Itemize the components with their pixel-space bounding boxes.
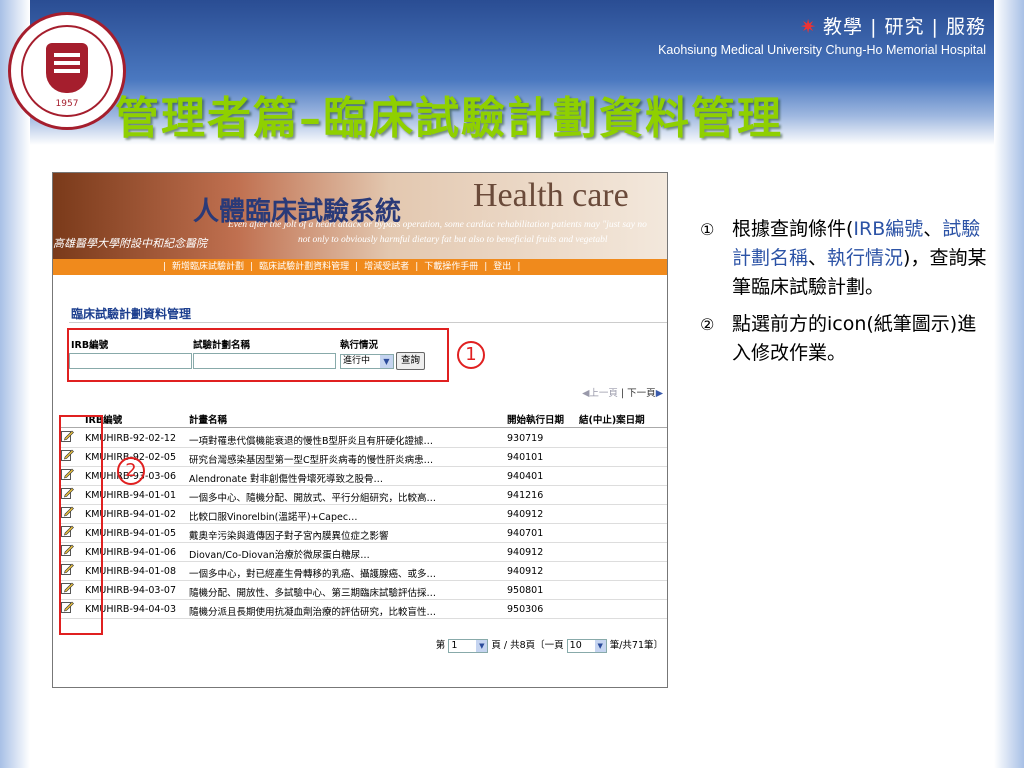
cell-start-date: 940101 xyxy=(507,452,544,463)
note-text: 點選前方的icon(紙筆圖示)進入修改作業。 xyxy=(732,313,977,364)
banner-university: 高雄醫學大學附設中和紀念醫院 xyxy=(53,237,207,250)
next-arrow-icon: ▶ xyxy=(655,388,663,399)
header-hospital-name: Kaohsiung Medical University Chung-Ho Me… xyxy=(658,43,986,57)
section-title: 臨床試驗計劃資料管理 xyxy=(71,307,192,321)
system-banner: Health care Even after the jolt of a hea… xyxy=(53,173,667,259)
table-row: KMUHIRB-92-02-12 一項對罹患代償機能衰退的慢性B型肝炎且有肝硬化證… xyxy=(61,429,667,448)
nav-download-manual[interactable]: 下載操作手冊 xyxy=(424,262,478,272)
note-item: ① 根據查詢條件(IRB編號、試驗計劃名稱、執行情況)，查詢某筆臨床試驗計劃。 xyxy=(700,215,990,302)
cell-plan-name[interactable]: 隨機分配、開放性、多試驗中心、第三期臨床試驗評估採… xyxy=(189,585,436,599)
table-row: KMUHIRB-94-03-07 隨機分配、開放性、多試驗中心、第三期臨床試驗評估… xyxy=(61,581,667,600)
table-row: KMUHIRB-94-01-08 一個多中心，對已經產生骨轉移的乳癌、攝護腺癌、或… xyxy=(61,562,667,581)
instruction-notes: ① 根據查詢條件(IRB編號、試驗計劃名稱、執行情況)，查詢某筆臨床試驗計劃。 ② 點… xyxy=(700,215,990,376)
system-navbar: | 新增臨床試驗計劃 | 臨床試驗計劃資料管理 | 增減受試者 | 下載操作手冊 | 登出 | xyxy=(53,259,667,275)
cell-plan-name[interactable]: 一項對罹患代償機能衰退的慢性B型肝炎且有肝硬化證據… xyxy=(189,433,433,447)
note-text: 、 xyxy=(808,247,828,269)
col-plan-name: 計畫名稱 xyxy=(189,415,228,426)
cell-start-date: 950306 xyxy=(507,604,544,615)
prev-page-link[interactable]: 上一頁 xyxy=(589,388,618,399)
section-divider xyxy=(69,322,667,323)
chevron-down-icon: ▼ xyxy=(594,639,606,652)
system-screenshot: Health care Even after the jolt of a hea… xyxy=(52,172,668,688)
cell-start-date: 940912 xyxy=(507,509,544,520)
table-header: IRB編號 計畫名稱 開始執行日期 結(中止)案日期 xyxy=(61,410,667,428)
pager-bottom: 第 1 ▼ 頁 / 共8頁〔一頁 10 ▼ 筆/共71筆〕 xyxy=(436,637,663,653)
table-row: KMUHIRB-94-01-06 Diovan/Co-Diovan治療於微尿蛋白糖… xyxy=(61,543,667,562)
nav-logout[interactable]: 登出 xyxy=(493,262,511,272)
col-start-date: 開始執行日期 xyxy=(507,415,565,426)
note-item: ② 點選前方的icon(紙筆圖示)進入修改作業。 xyxy=(700,310,990,368)
banner-health-care: Health care xyxy=(473,177,629,214)
cell-start-date: 940912 xyxy=(507,547,544,558)
cell-plan-name[interactable]: Alendronate 對非創傷性骨壞死導致之股骨… xyxy=(189,471,383,485)
row-divider xyxy=(61,618,667,619)
col-end-date: 結(中止)案日期 xyxy=(579,415,645,426)
header-branding: ✷ 教學 | 研究 | 服務 Kaohsiung Medical Universi… xyxy=(658,12,986,57)
nav-subjects[interactable]: 增減受試者 xyxy=(364,262,409,272)
table-row: KMUHIRB-94-01-02 比較口服Vinorelbin(溫諾平)+Cape… xyxy=(61,505,667,524)
cell-start-date: 941216 xyxy=(507,490,544,501)
note-number: ① xyxy=(700,220,715,239)
page-select[interactable]: 1 ▼ xyxy=(448,638,489,653)
note-highlight: IRB編號 xyxy=(853,218,924,240)
right-gradient xyxy=(994,0,1024,768)
cell-plan-name[interactable]: 隨機分派且長期使用抗凝血劑治療的評估研究，比較盲性… xyxy=(189,604,436,618)
cell-start-date: 940401 xyxy=(507,471,544,482)
chevron-down-icon: ▼ xyxy=(476,639,488,652)
annotation-marker-2: 2 xyxy=(117,457,145,485)
annotation-box-edit-icons xyxy=(59,415,103,635)
note-text: 根據查詢條件( xyxy=(732,218,854,240)
per-page-select[interactable]: 10 ▼ xyxy=(566,638,607,653)
cell-start-date: 940701 xyxy=(507,528,544,539)
cell-plan-name[interactable]: Diovan/Co-Diovan治療於微尿蛋白糖尿… xyxy=(189,547,370,561)
logo-shield-icon xyxy=(46,43,88,93)
banner-english-line-2: not only to obviously harmful dietary fa… xyxy=(298,235,608,245)
cell-start-date: 950801 xyxy=(507,585,544,596)
page-suffix: 頁 / 共8頁〔一頁 xyxy=(491,640,564,651)
star-icon: ✷ xyxy=(800,16,818,38)
table-row: KMUHIRB-92-02-05 研究台灣感染基因型第一型C型肝炎病毒的慢性肝炎病… xyxy=(61,448,667,467)
header-motto-text: 教學 | 研究 | 服務 xyxy=(823,16,986,38)
slide-title: 管理者篇–臨床試驗計劃資料管理 xyxy=(115,93,783,144)
page-select-value: 1 xyxy=(451,639,458,651)
university-logo: 1957 xyxy=(8,12,126,130)
banner-system-name: 人體臨床試驗系統 xyxy=(193,197,402,227)
nav-manage-plan[interactable]: 臨床試驗計劃資料管理 xyxy=(259,262,349,272)
cell-plan-name[interactable]: 研究台灣感染基因型第一型C型肝炎病毒的慢性肝炎病患… xyxy=(189,452,433,466)
note-number: ② xyxy=(700,315,715,334)
cell-start-date: 940912 xyxy=(507,566,544,577)
cell-plan-name[interactable]: 一個多中心，對已經產生骨轉移的乳癌、攝護腺癌、或多… xyxy=(189,566,436,580)
cell-start-date: 930719 xyxy=(507,433,544,444)
table-row: KMUHIRB-94-01-05 戴奧辛污染與遺傳因子對子宮內膜異位症之影響 940… xyxy=(61,524,667,543)
pager-top: ◀上一頁 | 下一頁▶ xyxy=(582,388,663,399)
note-highlight: 執行情況 xyxy=(827,247,904,269)
annotation-marker-1: 1 xyxy=(457,341,485,369)
note-text: 、 xyxy=(923,218,943,240)
table-row: KMUHIRB-94-04-03 隨機分派且長期使用抗凝血劑治療的評估研究，比較盲… xyxy=(61,600,667,619)
per-page-suffix: 筆/共71筆〕 xyxy=(609,640,663,651)
cell-plan-name[interactable]: 比較口服Vinorelbin(溫諾平)+Capec… xyxy=(189,509,358,523)
cell-plan-name[interactable]: 一個多中心、隨機分配、開放式、平行分組研究，比較高… xyxy=(189,490,436,504)
per-page-value: 10 xyxy=(569,639,582,651)
header-motto: ✷ 教學 | 研究 | 服務 xyxy=(658,12,986,39)
next-page-link[interactable]: 下一頁 xyxy=(627,388,656,399)
logo-year: 1957 xyxy=(55,99,79,109)
annotation-box-search xyxy=(67,328,449,382)
table-row: KMUHIRB-94-01-01 一個多中心、隨機分配、開放式、平行分組研究，比較… xyxy=(61,486,667,505)
cell-plan-name[interactable]: 戴奧辛污染與遺傳因子對子宮內膜異位症之影響 xyxy=(189,528,389,542)
page-prefix: 第 xyxy=(435,640,446,651)
left-gradient xyxy=(0,0,30,768)
nav-add-plan[interactable]: 新增臨床試驗計劃 xyxy=(172,262,244,272)
table-row: KMUHIRB-93-03-06 Alendronate 對非創傷性骨壞死導致之股… xyxy=(61,467,667,486)
